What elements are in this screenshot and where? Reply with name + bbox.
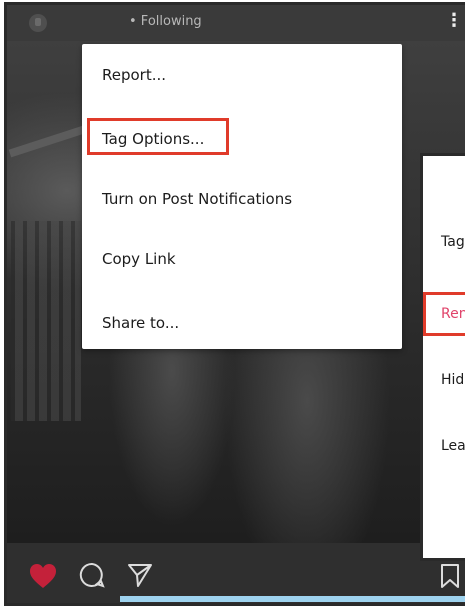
highlight-remove — [423, 292, 465, 336]
more-vertical-icon[interactable]: ⋮ — [445, 11, 463, 33]
page-bottom-strip — [120, 596, 465, 602]
avatar[interactable] — [29, 14, 47, 32]
post-options-menu: Report... Tag Options... Turn on Post No… — [82, 44, 402, 349]
bookmark-icon[interactable] — [440, 563, 460, 589]
comment-icon[interactable] — [79, 562, 105, 588]
tag-options-menu: Tag Ren Hid Lea — [420, 153, 465, 561]
following-label[interactable]: • Following — [129, 14, 202, 29]
tag-menu-item-1[interactable]: Tag — [441, 234, 465, 250]
tag-menu-item-3[interactable]: Hid — [441, 372, 464, 388]
menu-item-copy-link[interactable]: Copy Link — [102, 250, 176, 268]
menu-item-share-to[interactable]: Share to... — [102, 314, 179, 332]
menu-item-post-notifications[interactable]: Turn on Post Notifications — [102, 190, 292, 208]
tag-menu-item-4[interactable]: Lea — [441, 438, 465, 454]
highlight-tag-options — [87, 118, 229, 155]
heart-icon[interactable] — [29, 563, 57, 589]
menu-item-report[interactable]: Report... — [102, 66, 166, 84]
photo-detail-rail — [11, 221, 81, 421]
action-bar — [7, 543, 465, 603]
send-icon[interactable] — [127, 562, 153, 588]
post-header: • Following ⋮ — [7, 5, 465, 41]
